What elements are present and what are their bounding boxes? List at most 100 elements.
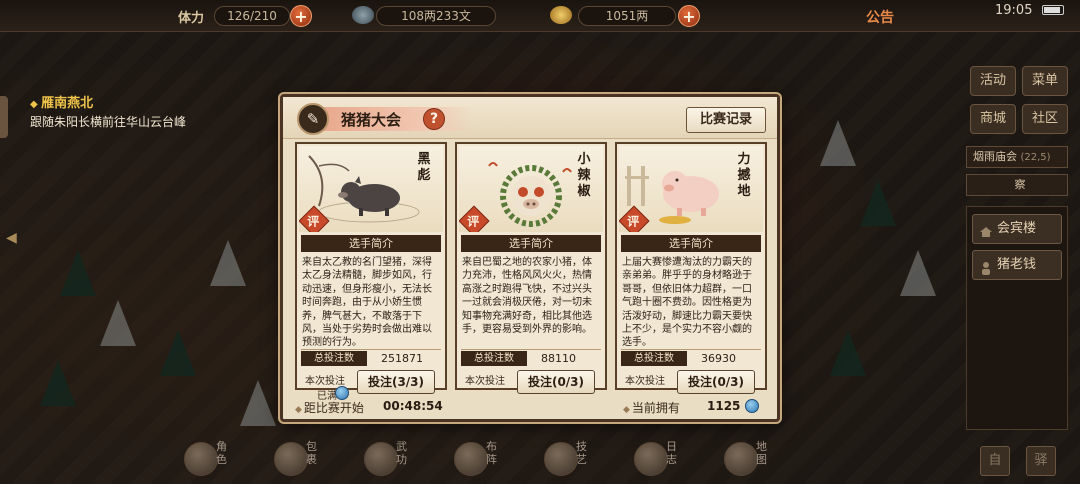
npc-item-huibinlou[interactable]: 会宾楼 xyxy=(972,214,1062,244)
stamina-value: 126/210 xyxy=(214,6,290,26)
current-bet-label: 本次投注 xyxy=(305,376,345,387)
contestant-description: 上届大赛惨遭淘汰的力霸天的亲弟弟。胖乎乎的身材略逊于哥哥，但依旧体力超群，一口气… xyxy=(622,257,752,349)
dock-bag[interactable]: 包裹 xyxy=(260,436,330,482)
current-bet-label: 本次投注 xyxy=(465,376,505,387)
pig-race-dialog: ✎ 猪猪大会 ? 比赛记录 黑彪 评 选手简介 来自太乙教的名门望猪，深得太乙身… xyxy=(280,94,780,422)
silver-icon xyxy=(352,6,374,24)
npc-item-label: 猪老钱 xyxy=(997,257,1037,272)
contestant-name: 力撼地 xyxy=(737,152,751,199)
scroll-icon: ✎ xyxy=(297,103,329,135)
bag-icon xyxy=(274,442,308,476)
gold-value: 1051两 xyxy=(578,6,676,26)
quest-panel-toggle[interactable] xyxy=(0,96,8,138)
section-title: 选手简介 xyxy=(301,235,441,252)
contestant-card-xiaolajiao: 小辣椒 评 选手简介 来自巴蜀之地的农家小猪，体力充沛，性格风风火火，热情高涨之… xyxy=(455,142,607,394)
dialog-footer: 距比赛开始 00:48:54 当前拥有 1125 xyxy=(283,395,777,419)
dock-label: 布阵 xyxy=(486,440,497,466)
contestant-description: 来自太乙教的名门望猪，深得太乙身法精髓，脚步如风，行动迅速，但身形瘦小，无法长时… xyxy=(302,257,432,349)
bet-button[interactable]: 投注(3/3) xyxy=(357,370,435,394)
stamina-label: 体力 xyxy=(178,11,205,26)
bet-button[interactable]: 投注(0/3) xyxy=(517,370,595,394)
menu-button[interactable]: 菜单 xyxy=(1022,66,1068,96)
total-bets-label: 总投注数 xyxy=(301,351,367,366)
section-title: 选手简介 xyxy=(621,235,761,252)
npc-item-zhulaoqian[interactable]: 猪老钱 xyxy=(972,250,1062,280)
dialog-header: ✎ 猪猪大会 ? 比赛记录 xyxy=(283,97,777,139)
formation-icon xyxy=(454,442,488,476)
chevron-left-icon[interactable]: ◀ xyxy=(6,230,17,246)
event-coords: (22,5) xyxy=(1020,152,1051,163)
contestant-description: 来自巴蜀之地的农家小猪，体力充沛，性格风风火火，热情高涨之时跑得飞快，不过兴头一… xyxy=(462,257,592,336)
scroll-icon xyxy=(634,442,668,476)
total-bets-row: 总投注数 36930 xyxy=(621,349,761,366)
npc-item-label: 会宾楼 xyxy=(997,221,1037,236)
dock-character[interactable]: 角色 xyxy=(170,436,240,482)
contestant-name: 黑彪 xyxy=(417,152,431,183)
bottom-dock: 角色 包裹 武功 布阵 技艺 日志 地图 xyxy=(150,436,800,484)
notice-button[interactable]: 公告 xyxy=(866,7,894,27)
community-button[interactable]: 社区 xyxy=(1022,104,1068,134)
section-title: 选手简介 xyxy=(461,235,601,252)
explore-bar[interactable]: 察 xyxy=(966,174,1068,196)
total-bets-row: 总投注数 251871 xyxy=(301,349,441,366)
coin-icon xyxy=(745,399,759,413)
dock-log[interactable]: 日志 xyxy=(620,436,690,482)
activity-button[interactable]: 活动 xyxy=(970,66,1016,96)
map-icon xyxy=(724,442,758,476)
auto-button[interactable]: 自 xyxy=(980,446,1010,476)
battery-icon xyxy=(1042,5,1064,15)
dialog-title: 猪猪大会 xyxy=(341,111,402,129)
add-gold-button[interactable]: + xyxy=(678,5,700,27)
book-icon xyxy=(364,442,398,476)
help-icon[interactable]: ? xyxy=(423,108,445,130)
total-bets-value: 36930 xyxy=(701,352,736,365)
countdown-value: 00:48:54 xyxy=(383,399,443,413)
dock-label: 包裹 xyxy=(306,440,317,466)
contestant-portrait: 小辣椒 评 xyxy=(459,146,603,232)
dock-formation[interactable]: 布阵 xyxy=(440,436,510,482)
money-value: 108两233文 xyxy=(376,6,496,26)
countdown-label: 距比赛开始 xyxy=(295,399,364,416)
total-bets-value: 88110 xyxy=(541,352,576,365)
teapot-icon xyxy=(544,442,578,476)
bet-button[interactable]: 投注(0/3) xyxy=(677,370,755,394)
dock-label: 武功 xyxy=(396,440,407,466)
house-icon xyxy=(979,222,993,237)
owned-value: 1125 xyxy=(707,399,741,413)
total-bets-row: 总投注数 88110 xyxy=(461,349,601,366)
contestant-portrait: 黑彪 评 xyxy=(299,146,443,232)
dock-map[interactable]: 地图 xyxy=(710,436,780,482)
total-bets-value: 251871 xyxy=(381,352,423,365)
event-name: 烟雨庙会 xyxy=(973,150,1017,163)
total-bets-label: 总投注数 xyxy=(461,351,527,366)
dock-label: 技艺 xyxy=(576,440,587,466)
dock-label: 地图 xyxy=(756,440,767,466)
gold-ingot-icon xyxy=(550,6,572,24)
review-badge-label: 评 xyxy=(307,214,320,229)
review-badge-label: 评 xyxy=(467,214,480,229)
event-location-bar[interactable]: 烟雨庙会 (22,5) xyxy=(966,146,1068,168)
clock: 19:05 xyxy=(995,3,1033,18)
quest-description: 跟随朱阳长横前往华山云台峰 xyxy=(30,115,187,129)
quest-tracker[interactable]: 雁南燕北 跟随朱阳长横前往华山云台峰 xyxy=(30,92,190,130)
contestant-card-lihandi: 力撼地 评 选手简介 上届大赛惨遭淘汰的力霸天的亲弟弟。胖乎乎的身材略逊于哥哥，… xyxy=(615,142,767,394)
contestant-portrait: 力撼地 评 xyxy=(619,146,763,232)
review-badge-label: 评 xyxy=(627,214,640,229)
dock-martial[interactable]: 武功 xyxy=(350,436,420,482)
race-record-button[interactable]: 比赛记录 xyxy=(686,107,766,133)
top-resource-bar: 体力 126/210 + 108两233文 1051两 + 公告 19:05 xyxy=(0,0,1080,32)
quest-title: 雁南燕北 xyxy=(30,92,190,111)
dock-label: 角色 xyxy=(216,440,227,466)
character-icon xyxy=(184,442,218,476)
current-bet-label: 本次投注 xyxy=(625,376,665,387)
dock-label: 日志 xyxy=(666,440,677,466)
total-bets-label: 总投注数 xyxy=(621,351,687,366)
shop-button[interactable]: 商城 xyxy=(970,104,1016,134)
post-button[interactable]: 驿 xyxy=(1026,446,1056,476)
dock-skills[interactable]: 技艺 xyxy=(530,436,600,482)
owned-label: 当前拥有 xyxy=(623,399,680,416)
contestant-card-heibiao: 黑彪 评 选手简介 来自太乙教的名门望猪，深得太乙身法精髓，脚步如风，行动迅速，… xyxy=(295,142,447,402)
add-stamina-button[interactable]: + xyxy=(290,5,312,27)
contestant-name: 小辣椒 xyxy=(577,152,591,199)
person-icon xyxy=(979,258,993,275)
